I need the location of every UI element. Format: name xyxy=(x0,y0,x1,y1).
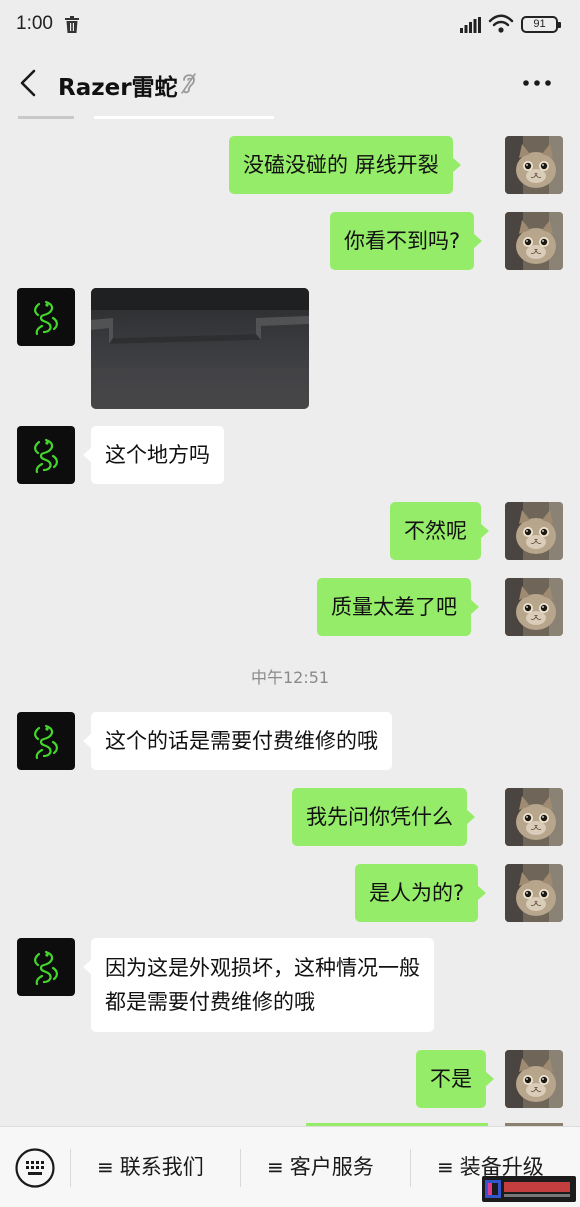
wifi-icon xyxy=(488,14,514,33)
trash-icon xyxy=(65,16,79,33)
message-bubble-sent[interactable]: 是人为的? xyxy=(355,864,487,922)
message-bubble-sent[interactable]: 没磕没碰的 屏线开裂 xyxy=(229,136,461,194)
chat-title: Razer雷蛇 xyxy=(58,75,178,101)
user-avatar[interactable] xyxy=(505,864,563,922)
ear-icon xyxy=(181,73,196,94)
message-bubble-sent[interactable]: 不然呢 xyxy=(390,502,489,560)
partial-avatar xyxy=(18,116,74,119)
message-bubble-received[interactable]: 这个地方吗 xyxy=(83,426,224,484)
razer-avatar[interactable] xyxy=(17,288,75,346)
message-bubble-received[interactable]: 因为这是外观损坏，这种情况一般 都是需要付费维修的哦 xyxy=(83,938,434,1032)
user-avatar[interactable] xyxy=(505,136,563,194)
menu-item-label: 客户服务 xyxy=(289,1155,374,1179)
razer-avatar[interactable] xyxy=(17,426,75,484)
message-bubble-sent[interactable]: 你看不到吗? xyxy=(330,212,483,270)
message-bubble-sent[interactable]: 质量太差了吧 xyxy=(317,578,479,636)
razer-avatar[interactable] xyxy=(17,938,75,996)
menu-divider xyxy=(70,1149,71,1187)
menu-item-label: 联系我们 xyxy=(119,1155,204,1179)
menu-list-icon: ≡ xyxy=(267,1155,284,1179)
menu-list-icon: ≡ xyxy=(97,1155,114,1179)
user-avatar[interactable] xyxy=(505,788,563,846)
message-line: 因为这是外观损坏，这种情况一般 xyxy=(105,956,420,980)
ellipsis-icon[interactable] xyxy=(522,78,552,88)
menu-list-icon: ≡ xyxy=(437,1155,454,1179)
menu-item-contact-us[interactable]: ≡ 联系我们 xyxy=(97,1127,204,1207)
menu-divider xyxy=(240,1149,241,1187)
message-bubble-received[interactable]: 这个的话是需要付费维修的哦 xyxy=(83,712,392,770)
message-image[interactable] xyxy=(91,288,309,409)
partial-message-bubble xyxy=(94,116,274,119)
chat-messages[interactable]: 没磕没碰的 屏线开裂 你看不到吗? 这个地方吗 不然呢 质量太差了吧 中午12:… xyxy=(0,116,580,1126)
message-timestamp: 中午12:51 xyxy=(250,668,330,687)
razer-avatar[interactable] xyxy=(17,712,75,770)
chevron-left-icon[interactable] xyxy=(14,64,42,102)
keyboard-icon[interactable] xyxy=(14,1147,56,1189)
menu-divider xyxy=(410,1149,411,1187)
user-avatar[interactable] xyxy=(505,1050,563,1108)
status-time: 1:00 xyxy=(16,13,53,34)
site-watermark-logo xyxy=(482,1176,576,1202)
chat-header: Razer雷蛇 xyxy=(0,50,580,116)
signal-icon xyxy=(460,17,481,33)
message-bubble-sent[interactable]: 不是 xyxy=(416,1050,494,1108)
user-avatar[interactable] xyxy=(505,502,563,560)
message-bubble-sent[interactable]: 我先问你凭什么 xyxy=(292,788,475,846)
menu-item-customer-service[interactable]: ≡ 客户服务 xyxy=(267,1127,374,1207)
user-avatar[interactable] xyxy=(505,578,563,636)
user-avatar[interactable] xyxy=(505,212,563,270)
battery-indicator: 91 xyxy=(521,16,561,33)
status-bar: 1:00 91 xyxy=(0,0,580,50)
message-line: 都是需要付费维修的哦 xyxy=(105,990,315,1014)
